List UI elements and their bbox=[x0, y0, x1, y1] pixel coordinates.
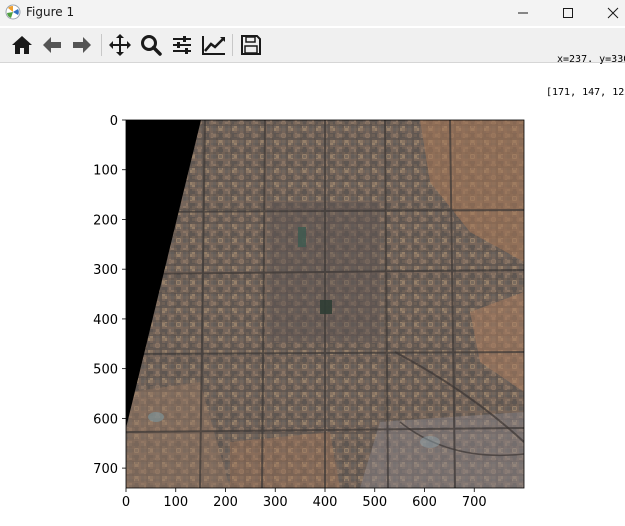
y-axis: 0 100 200 300 400 500 600 700 bbox=[93, 114, 126, 477]
minimize-button[interactable] bbox=[500, 0, 546, 26]
y-tick-label: 500 bbox=[93, 363, 118, 378]
edit-axis-button[interactable] bbox=[200, 31, 228, 59]
window-title: Figure 1 bbox=[26, 5, 75, 19]
figure-window: Figure 1 x=237. y=330 [171, 147, 125 0 1… bbox=[0, 0, 625, 526]
y-tick-label: 300 bbox=[93, 263, 118, 278]
toolbar-separator bbox=[232, 34, 233, 56]
x-tick-label: 400 bbox=[313, 495, 338, 510]
move-icon bbox=[109, 34, 131, 56]
arrow-left-icon bbox=[43, 37, 61, 53]
x-tick-label: 700 bbox=[462, 495, 487, 510]
arrow-right-icon bbox=[73, 37, 91, 53]
x-tick-label: 100 bbox=[163, 495, 188, 510]
minimize-icon bbox=[518, 12, 528, 14]
back-button[interactable] bbox=[38, 31, 66, 59]
x-tick-label: 600 bbox=[412, 495, 437, 510]
x-tick-label: 300 bbox=[263, 495, 288, 510]
satellite-image bbox=[126, 120, 524, 488]
close-icon bbox=[607, 7, 619, 19]
axes[interactable]: 0 100 200 300 400 500 600 700 0 100 200 300 400 500 6… bbox=[0, 62, 625, 526]
y-tick-label: 100 bbox=[93, 164, 118, 179]
toolbar-separator bbox=[101, 34, 102, 56]
y-tick-label: 400 bbox=[93, 313, 118, 328]
zoom-button[interactable] bbox=[137, 31, 165, 59]
configure-subplots-button[interactable] bbox=[168, 31, 196, 59]
matplotlib-app-icon bbox=[5, 4, 21, 20]
floppy-disk-icon bbox=[241, 35, 261, 55]
y-tick-label: 0 bbox=[110, 114, 118, 129]
maximize-button[interactable] bbox=[545, 0, 591, 26]
close-button[interactable] bbox=[590, 0, 625, 26]
y-tick-label: 700 bbox=[93, 462, 118, 477]
sliders-icon bbox=[173, 36, 191, 54]
forward-button[interactable] bbox=[68, 31, 96, 59]
x-tick-label: 0 bbox=[122, 495, 130, 510]
home-icon bbox=[12, 36, 32, 54]
x-tick-label: 200 bbox=[213, 495, 238, 510]
magnifier-icon bbox=[141, 35, 162, 56]
figure-canvas[interactable]: 0 100 200 300 400 500 600 700 0 100 200 300 400 500 6… bbox=[0, 62, 625, 526]
title-bar: Figure 1 bbox=[0, 0, 625, 26]
save-button[interactable] bbox=[237, 31, 265, 59]
x-axis: 0 100 200 300 400 500 600 700 bbox=[122, 488, 487, 510]
y-tick-label: 600 bbox=[93, 412, 118, 427]
home-button[interactable] bbox=[8, 31, 36, 59]
navigation-toolbar: x=237. y=330 [171, 147, 125 bbox=[0, 28, 625, 98]
pan-button[interactable] bbox=[106, 31, 134, 59]
y-tick-label: 200 bbox=[93, 213, 118, 228]
maximize-icon bbox=[563, 8, 573, 18]
x-tick-label: 500 bbox=[362, 495, 387, 510]
line-chart-icon bbox=[202, 36, 225, 55]
